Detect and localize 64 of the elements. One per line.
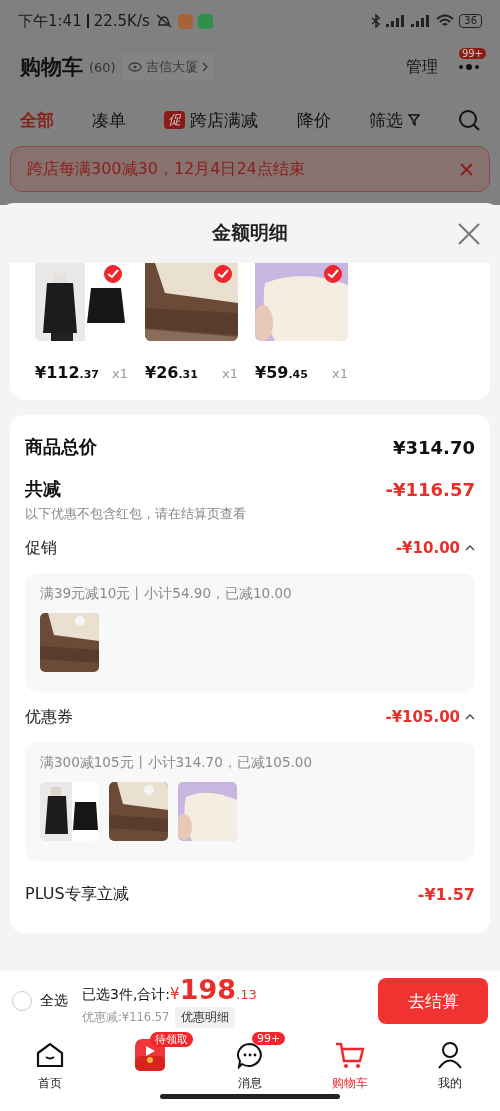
- product-price: ¥26.31: [145, 363, 198, 382]
- caret-icon[interactable]: [465, 545, 475, 551]
- signal-icon: [411, 15, 432, 27]
- nav-label[interactable]: 消息: [238, 1075, 262, 1092]
- caret-icon[interactable]: [465, 714, 475, 720]
- quantity: x1: [222, 366, 238, 381]
- bluetooth-icon: [371, 14, 382, 28]
- item-count: (60): [89, 59, 116, 75]
- filter-tab[interactable]: 促 跨店满减: [164, 108, 259, 132]
- filter-tab[interactable]: 筛选: [368, 108, 420, 132]
- page-title: 购物车: [20, 54, 83, 81]
- filter-tab[interactable]: 凑单: [92, 108, 127, 132]
- currency-sign: ¥: [170, 985, 180, 1003]
- section-amount: -¥10.00: [395, 539, 460, 557]
- detail-button[interactable]: 优惠明细: [175, 1007, 236, 1028]
- discount-amount: -¥116.57: [385, 478, 475, 500]
- app-icon: [177, 13, 193, 29]
- close-icon[interactable]: [458, 223, 480, 245]
- section-amount: -¥105.00: [385, 708, 460, 726]
- nav-label[interactable]: 购物车: [332, 1075, 368, 1092]
- discount-rule: 满39元减10元丨小计54.90，已减10.00: [40, 585, 293, 603]
- product-price: ¥59.45: [255, 363, 308, 382]
- product-price: ¥112.37: [35, 363, 100, 382]
- discount-note: 以下优惠不包含红包，请在结算页查看: [25, 505, 247, 523]
- nav-label[interactable]: 首页: [38, 1075, 62, 1092]
- total-label: 商品总价: [25, 435, 98, 459]
- total-price: ¥314.70: [393, 436, 475, 458]
- signal-icon: [386, 15, 407, 27]
- eye-icon: [127, 62, 142, 72]
- checkout-button[interactable]: 去结算: [378, 978, 488, 1024]
- discount-label: 共减: [25, 477, 62, 501]
- plus-discount-label: PLUS专享立减: [25, 883, 130, 905]
- notification-badge: 99+: [458, 48, 486, 59]
- nav-label[interactable]: 我的: [438, 1075, 462, 1092]
- select-all-label[interactable]: 全选: [40, 992, 68, 1010]
- plus-discount-amount: -¥1.57: [417, 884, 475, 904]
- promo-text: 跨店每满300减30，12月4日24点结束: [27, 158, 305, 180]
- discount-rule: 满300减105元丨小计314.70，已减105.00: [40, 754, 313, 772]
- chat-icon: [197, 13, 213, 29]
- mute-icon: [154, 14, 173, 28]
- search-icon[interactable]: [457, 109, 480, 131]
- network-speed: 22.5K/s: [93, 12, 150, 30]
- filter-icon: [407, 114, 420, 126]
- quantity: x1: [332, 366, 348, 381]
- summary-label: 已选3件,合计:: [82, 986, 171, 1004]
- sheet-title: 金额明细: [212, 220, 288, 245]
- section-label: 优惠券: [25, 706, 74, 728]
- manage-link[interactable]: 管理: [406, 56, 438, 78]
- filter-tab[interactable]: 降价: [296, 108, 331, 132]
- discount-total: 优惠减:¥116.57: [82, 1010, 170, 1025]
- home-icon[interactable]: [36, 1042, 64, 1068]
- nav-badge: 99+: [252, 1032, 286, 1045]
- battery-icon: 36: [459, 14, 482, 28]
- cart-icon[interactable]: [335, 1041, 365, 1069]
- section-label: 促销: [25, 537, 58, 559]
- quantity: x1: [112, 366, 128, 381]
- profile-icon[interactable]: [437, 1041, 463, 1069]
- chevron-icon: [201, 62, 208, 72]
- nav-badge: 待领取: [150, 1032, 193, 1047]
- message-icon[interactable]: [236, 1041, 264, 1069]
- wifi-icon: [436, 14, 455, 28]
- status-time: 下午1:41: [18, 11, 82, 31]
- location-button[interactable]: 吉信大厦: [121, 54, 214, 80]
- total-amount: 198.13: [179, 974, 257, 1005]
